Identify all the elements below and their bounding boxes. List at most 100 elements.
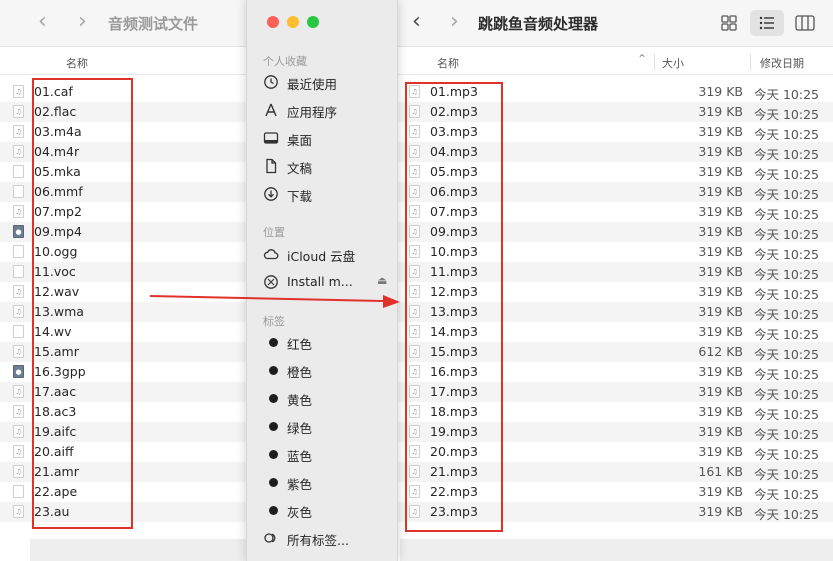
eject-icon[interactable]: ⏏ (377, 274, 387, 287)
sidebar-item-label: 橙色 (287, 365, 313, 380)
file-date: 今天 10:25 (754, 427, 819, 442)
columns-icon (795, 15, 815, 31)
file-size: 319 KB (698, 404, 743, 419)
file-size: 319 KB (698, 84, 743, 99)
file-date: 今天 10:25 (754, 107, 819, 122)
video-file-icon: ● (13, 225, 24, 238)
cloud-icon (263, 249, 279, 260)
file-date: 今天 10:25 (754, 347, 819, 362)
file-date: 今天 10:25 (754, 487, 819, 502)
audio-file-icon: ♫ (13, 405, 24, 418)
blank-file-icon (13, 485, 24, 498)
file-date: 今天 10:25 (754, 207, 819, 222)
audio-file-icon: ♫ (13, 385, 24, 398)
finder-sidebar: 个人收藏 最近使用 应用程序 桌面 文稿 下载 位置 iCloud 云盘 Ins… (246, 0, 398, 561)
audio-file-icon: ♫ (13, 425, 24, 438)
locations-section-label: 位置 (263, 226, 285, 239)
column-date[interactable]: 修改日期 (760, 55, 804, 71)
column-name[interactable]: 名称 (437, 55, 459, 71)
file-date: 今天 10:25 (754, 507, 819, 522)
tag-dot-icon (269, 422, 278, 431)
column-divider[interactable] (654, 54, 655, 70)
disk-icon (264, 275, 278, 289)
forward-arrow-icon[interactable]: › (78, 10, 87, 34)
blank-file-icon (13, 185, 24, 198)
tag-dot-icon (269, 394, 278, 403)
sidebar-item-label: 所有标签... (287, 533, 349, 548)
file-size: 319 KB (698, 444, 743, 459)
tags-section-label: 标签 (263, 315, 285, 328)
left-status-bar (30, 539, 260, 561)
left-window-title: 音频测试文件 (108, 15, 199, 33)
file-size: 319 KB (698, 264, 743, 279)
blank-file-icon (13, 165, 24, 178)
file-date: 今天 10:25 (754, 447, 819, 462)
file-date: 今天 10:25 (754, 407, 819, 422)
file-size: 319 KB (698, 104, 743, 119)
sort-chevron-icon[interactable]: ⌃ (637, 52, 647, 66)
tag-dot-icon (269, 506, 278, 515)
favorites-section-label: 个人收藏 (263, 55, 307, 68)
file-date: 今天 10:25 (754, 467, 819, 482)
blank-file-icon (13, 245, 24, 258)
tag-dot-icon (269, 366, 278, 375)
file-date: 今天 10:25 (754, 167, 819, 182)
list-icon (759, 16, 774, 30)
right-toolbar: ‹ › 跳跳鱼音频处理器 (396, 0, 833, 47)
sidebar-item-label: iCloud 云盘 (287, 249, 356, 264)
icon-view-button[interactable] (716, 10, 742, 36)
file-date: 今天 10:25 (754, 287, 819, 302)
right-highlight-box (405, 82, 503, 532)
file-date: 今天 10:25 (754, 187, 819, 202)
close-window-button[interactable] (267, 16, 279, 28)
left-highlight-box (32, 78, 133, 529)
left-column-name[interactable]: 名称 (66, 55, 88, 71)
audio-file-icon: ♫ (13, 105, 24, 118)
audio-file-icon: ♫ (13, 285, 24, 298)
file-size: 319 KB (698, 364, 743, 379)
column-size[interactable]: 大小 (662, 55, 684, 71)
audio-file-icon: ♫ (13, 205, 24, 218)
file-size: 319 KB (698, 504, 743, 519)
sidebar-item-label: 紫色 (287, 477, 313, 492)
file-size: 319 KB (698, 244, 743, 259)
tag-dot-icon (269, 338, 278, 347)
file-size: 319 KB (698, 484, 743, 499)
sidebar-item-label: 绿色 (287, 421, 313, 436)
file-size: 319 KB (698, 424, 743, 439)
sidebar-item-label: 红色 (287, 337, 313, 352)
audio-file-icon: ♫ (13, 445, 24, 458)
blank-file-icon (13, 265, 24, 278)
blank-file-icon (13, 325, 24, 338)
audio-file-icon: ♫ (13, 145, 24, 158)
sidebar-item-label: 黄色 (287, 393, 313, 408)
file-date: 今天 10:25 (754, 147, 819, 162)
sidebar-item-label: Install m... (287, 274, 353, 289)
left-column-header: 名称 (0, 50, 260, 75)
sidebar-item-label: 文稿 (287, 161, 313, 176)
file-size: 612 KB (698, 344, 743, 359)
back-arrow-icon[interactable]: ‹ (38, 10, 47, 34)
file-date: 今天 10:25 (754, 327, 819, 342)
zoom-window-button[interactable] (307, 16, 319, 28)
file-size: 319 KB (698, 324, 743, 339)
sidebar-item-label: 应用程序 (287, 105, 338, 120)
back-arrow-icon[interactable]: ‹ (412, 10, 421, 34)
left-toolbar: ‹ › 音频测试文件 (0, 0, 260, 47)
forward-arrow-icon[interactable]: › (450, 10, 459, 34)
file-date: 今天 10:25 (754, 387, 819, 402)
list-view-button[interactable] (750, 10, 784, 36)
file-size: 319 KB (698, 284, 743, 299)
column-divider[interactable] (750, 54, 751, 70)
clock-icon (264, 75, 278, 89)
minimize-window-button[interactable] (287, 16, 299, 28)
sidebar-item-label: 灰色 (287, 505, 313, 520)
sidebar-item-label: 下载 (287, 189, 313, 204)
file-size: 319 KB (698, 304, 743, 319)
right-status-bar (400, 539, 833, 561)
download-icon (264, 187, 278, 201)
document-icon (266, 158, 277, 174)
file-date: 今天 10:25 (754, 87, 819, 102)
sidebar-item-install-disk[interactable]: Install m... ⏏ (263, 272, 389, 294)
column-view-button[interactable] (792, 10, 818, 36)
